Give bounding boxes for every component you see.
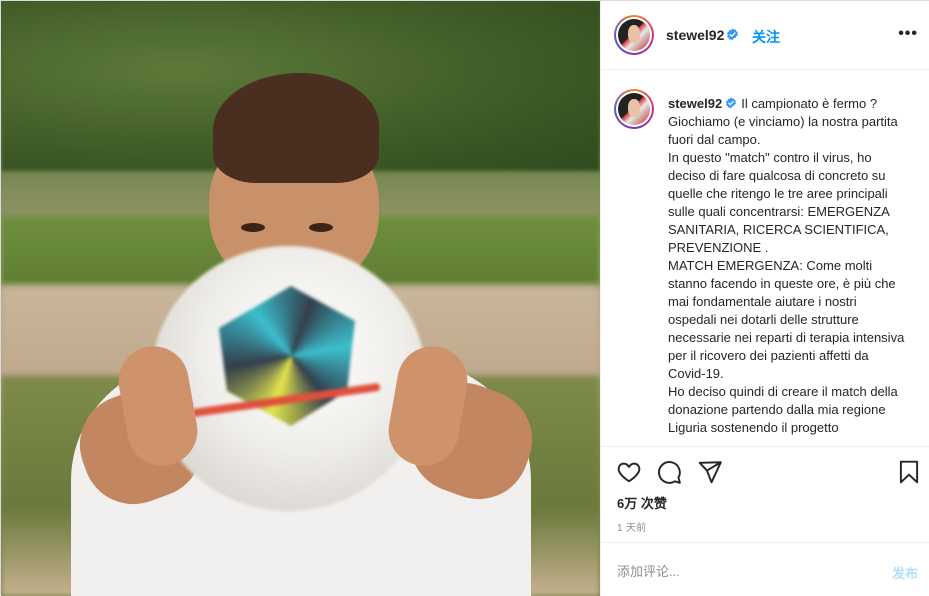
heart-icon[interactable] [616, 459, 642, 485]
avatar-image [618, 93, 650, 125]
more-options-icon[interactable]: ••• [898, 25, 918, 43]
avatar[interactable] [614, 15, 654, 55]
comment-input[interactable] [617, 561, 867, 581]
verified-badge-icon [727, 28, 738, 41]
action-bar [601, 448, 929, 496]
comment-form: 发布 [601, 542, 929, 596]
photo-player-eye-right [309, 223, 333, 232]
follow-button[interactable]: 关注 [752, 27, 780, 47]
caption-username[interactable]: stewel92 [668, 96, 722, 111]
caption-text: Il campionato è fermo ? Giochiamo (e vin… [668, 96, 905, 435]
photo-football [151, 246, 426, 511]
caption-section: stewel92 Il campionato è fermo ? Giochiam… [601, 71, 929, 447]
caption-text-block: stewel92 Il campionato è fermo ? Giochiam… [668, 95, 908, 437]
post-header: stewel92 关注 ••• [601, 1, 929, 70]
comment-icon[interactable] [656, 459, 682, 485]
likes-count[interactable]: 6万 次赞 [617, 493, 667, 512]
paper-plane-icon[interactable] [697, 459, 723, 485]
post-dialog: stewel92 关注 ••• stewel92 Il campionato è … [0, 0, 929, 596]
header-username[interactable]: stewel92 [666, 27, 724, 43]
bookmark-icon[interactable] [896, 459, 922, 485]
caption-avatar[interactable] [614, 89, 654, 129]
verified-badge-icon [726, 97, 737, 109]
post-timestamp[interactable]: 1 天前 [617, 519, 647, 534]
post-photo[interactable] [1, 1, 600, 596]
post-comment-button[interactable]: 发布 [892, 563, 918, 582]
photo-player-hair [213, 73, 379, 183]
post-sidebar: stewel92 关注 ••• stewel92 Il campionato è … [600, 1, 929, 596]
photo-player-eye-left [241, 223, 265, 232]
avatar-image [618, 19, 650, 51]
